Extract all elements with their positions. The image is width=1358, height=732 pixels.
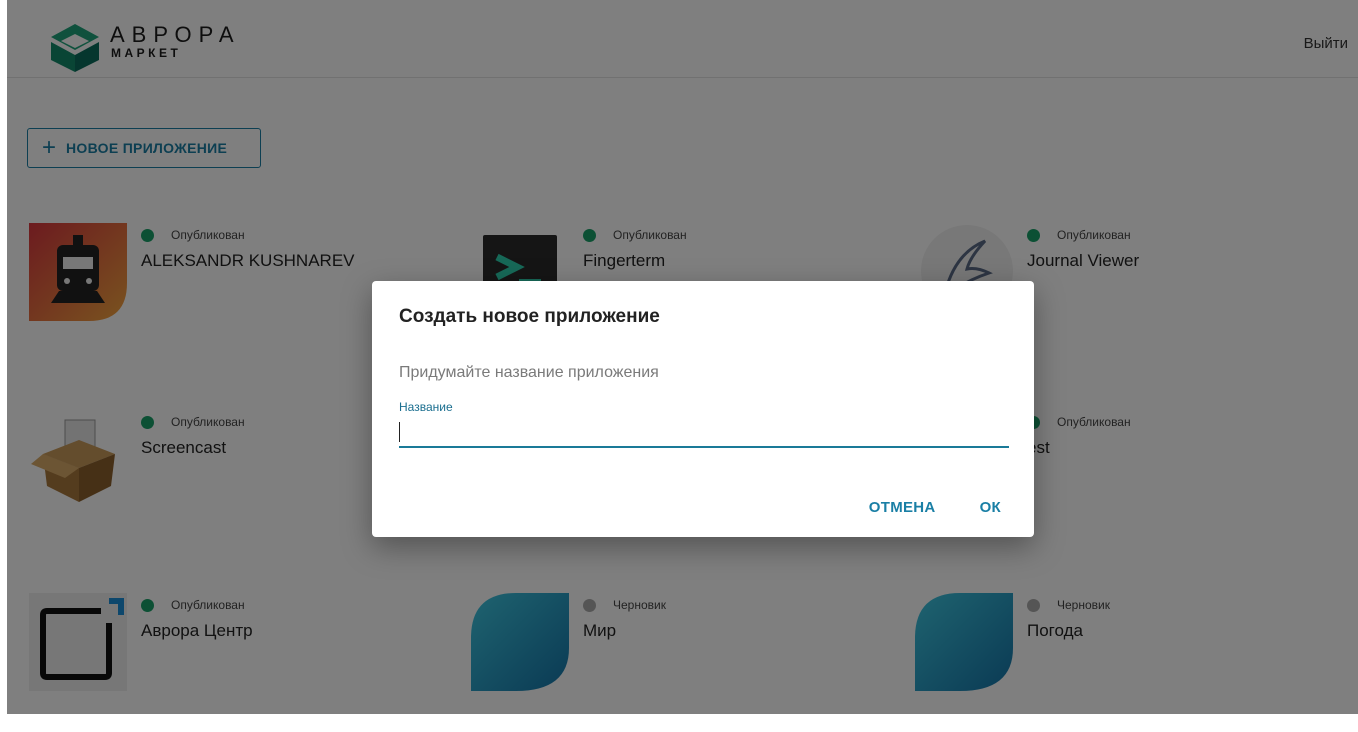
cancel-button[interactable]: ОТМЕНА	[869, 499, 936, 516]
dialog-hint: Придумайте название приложения	[399, 364, 659, 381]
app-name-input[interactable]	[399, 418, 1009, 448]
text-caret	[399, 422, 400, 442]
ok-button[interactable]: ОК	[980, 499, 1001, 516]
name-field-label: Название	[399, 400, 453, 414]
page-bottom-edge	[0, 714, 1358, 732]
page-edge	[0, 0, 7, 732]
dialog-actions: ОТМЕНА ОК	[869, 499, 1001, 516]
create-app-dialog: Создать новое приложение Придумайте назв…	[372, 281, 1034, 537]
dialog-title: Создать новое приложение	[399, 306, 660, 327]
